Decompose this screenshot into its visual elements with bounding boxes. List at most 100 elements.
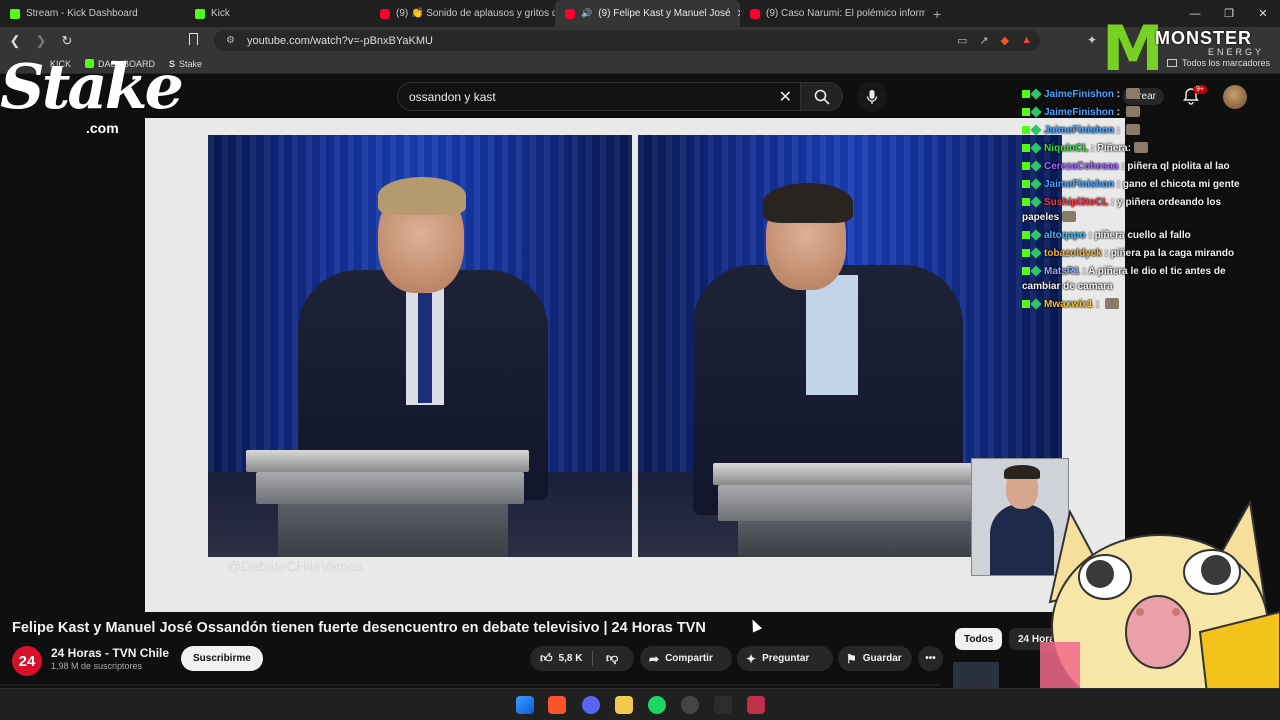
channel-avatar[interactable]: 24 [12, 646, 42, 676]
chip-todos[interactable]: Todos [955, 628, 1003, 650]
tab-kick[interactable]: Kick [185, 0, 370, 27]
kick-badge-icon [1022, 231, 1030, 239]
sparkle-icon: ✦ [746, 651, 757, 666]
windows-start-icon[interactable] [516, 696, 534, 714]
restore-icon[interactable]: ❐ [1212, 7, 1246, 20]
chat-emote-icon [1125, 124, 1140, 135]
like-count[interactable]: 5,8 K [559, 653, 583, 664]
search-button[interactable] [801, 82, 843, 111]
monster-logo-subtext: ENERGY [1208, 47, 1265, 57]
tab-caso-narumi[interactable]: (9) Caso Narumi: El polémico informe [740, 0, 925, 27]
page-divider [0, 684, 940, 686]
kick-badge-icon [1022, 249, 1030, 257]
like-dislike-group: 👍︎ 5,8 K 👎︎ [530, 646, 634, 671]
minimize-icon[interactable]: — [1178, 8, 1212, 20]
brave-shield-icon[interactable]: ◆ [1001, 34, 1009, 47]
subscriber-badge-icon [1030, 106, 1042, 118]
voice-search-button[interactable] [857, 82, 887, 112]
chat-username: JaimeFinishon [1044, 107, 1115, 118]
share-label: Compartir [665, 653, 713, 664]
kick-badge-icon [1022, 90, 1030, 98]
clear-search-icon[interactable]: ✕ [779, 87, 792, 107]
chat-separator: : [1108, 197, 1118, 208]
valorant-icon[interactable] [747, 696, 765, 714]
chat-message: altoqapo : piñera cuello al fallo [1022, 228, 1244, 243]
file-explorer-icon[interactable] [615, 696, 633, 714]
cat-avatar-overlay [1040, 498, 1280, 720]
spotify-icon[interactable] [648, 696, 666, 714]
folder-icon [1166, 59, 1177, 67]
search-query: ossandon y kast [409, 89, 496, 104]
bookmark-icon[interactable] [189, 33, 198, 45]
chat-text: piñera ql piolita al lao [1127, 161, 1230, 172]
kick-badge-icon [1022, 198, 1030, 206]
microphone-icon [866, 90, 878, 104]
search-icon [814, 89, 830, 105]
reload-icon[interactable]: ↻ [56, 33, 78, 49]
url-field[interactable]: ⚙ youtube.com/watch?v=-pBnxBYaKMU ▭ ↗ ◆ … [214, 30, 1040, 51]
save-button[interactable]: ⚑ Guardar [838, 646, 912, 671]
subscribe-button[interactable]: Suscribirme [181, 646, 263, 671]
more-actions-button[interactable]: ••• [918, 646, 943, 671]
share-page-icon[interactable]: ↗ [979, 34, 988, 47]
url-actions: ▭ ↗ ◆ ▲ [957, 34, 1032, 47]
chat-separator: : [1101, 248, 1111, 259]
monster-logo-text: MONSTER [1155, 28, 1252, 48]
brave-rewards-icon[interactable]: ▲ [1021, 34, 1032, 47]
extensions-icon[interactable]: ✦ [1087, 33, 1097, 47]
discord-icon[interactable] [582, 696, 600, 714]
all-bookmarks[interactable]: Todos los marcadores [1166, 58, 1270, 68]
subscriber-badge-icon [1030, 142, 1042, 154]
video-title: Felipe Kast y Manuel José Ossandón tiene… [12, 620, 706, 636]
cast-icon[interactable]: ▭ [957, 34, 967, 47]
mouse-cursor-icon [747, 617, 763, 633]
ask-label: Preguntar [762, 653, 810, 664]
chat-emote-icon [1062, 211, 1077, 222]
tab-aplausos[interactable]: (9) 👏 Sonido de aplausos y gritos d [370, 0, 555, 27]
chat-username: JaimeFinishon [1044, 125, 1115, 136]
brave-browser-icon[interactable] [548, 696, 566, 714]
chat-separator: : [1114, 89, 1123, 100]
chat-emote-icon [1125, 106, 1140, 117]
chat-text: piñera cuello al fallo [1094, 230, 1191, 241]
search-input[interactable]: ossandon y kast ✕ [397, 82, 801, 111]
obs-icon[interactable] [681, 696, 699, 714]
forward-arrow-icon[interactable]: ❯ [30, 33, 52, 49]
tab-kick-dashboard[interactable]: Stream - Kick Dashboard [0, 0, 185, 27]
chat-emote-icon [1125, 88, 1140, 99]
chat-username: MatsR1 [1044, 266, 1080, 277]
ask-button[interactable]: ✦ Preguntar [737, 646, 833, 671]
new-tab-button[interactable]: + [925, 6, 949, 22]
chat-separator: : [1114, 125, 1123, 136]
share-button[interactable]: ➦ Compartir [640, 646, 732, 671]
chat-message: tobazoldyck : piñera pa la caga mirando [1022, 246, 1244, 261]
back-arrow-icon[interactable]: ❮ [4, 33, 26, 49]
tab-felipe-kast[interactable]: 🔊 (9) Felipe Kast y Manuel José ✕ [555, 0, 740, 27]
channel-name[interactable]: 24 Horas - TVN Chile [51, 646, 169, 660]
video-watermark: @DebateCHileVamos [227, 558, 364, 574]
chat-separator: : [1079, 266, 1089, 277]
close-window-icon[interactable]: ✕ [1246, 7, 1280, 20]
bookmark-label: Stake [179, 58, 203, 69]
app-icon[interactable] [714, 696, 732, 714]
chat-message: JaimeFinishon : gano el chicota mi gente [1022, 177, 1244, 192]
related-video-thumbnail[interactable] [953, 662, 999, 688]
subscriber-badge-icon [1030, 124, 1042, 136]
subscriber-badge-icon [1030, 265, 1042, 277]
thumbs-up-icon[interactable]: 👍︎ [540, 651, 553, 666]
all-bookmarks-label: Todos los marcadores [1181, 58, 1270, 68]
chat-message: CerezaCohesaa : piñera ql piolita al lao [1022, 159, 1244, 174]
video-player[interactable]: @DebateCHileVamos [145, 118, 1125, 612]
site-settings-icon[interactable]: ⚙ [226, 35, 235, 46]
address-bar-row: ❮ ❯ ↻ ⚙ youtube.com/watch?v=-pBnxBYaKMU … [0, 27, 1280, 54]
kick-badge-icon [1022, 144, 1030, 152]
thumbs-down-icon[interactable]: 👎︎ [606, 651, 618, 666]
chat-message: JaimeFinishon : [1022, 123, 1244, 138]
chat-emote-icon [1134, 142, 1149, 153]
chat-text: piñera pa la caga mirando [1110, 248, 1235, 259]
chat-message: JaimeFinishon : [1022, 105, 1244, 120]
subscriber-badge-icon [1030, 160, 1042, 172]
youtube-logo-icon [750, 8, 760, 19]
windows-taskbar [0, 688, 1280, 720]
window-controls: — ❐ ✕ [1178, 0, 1280, 27]
